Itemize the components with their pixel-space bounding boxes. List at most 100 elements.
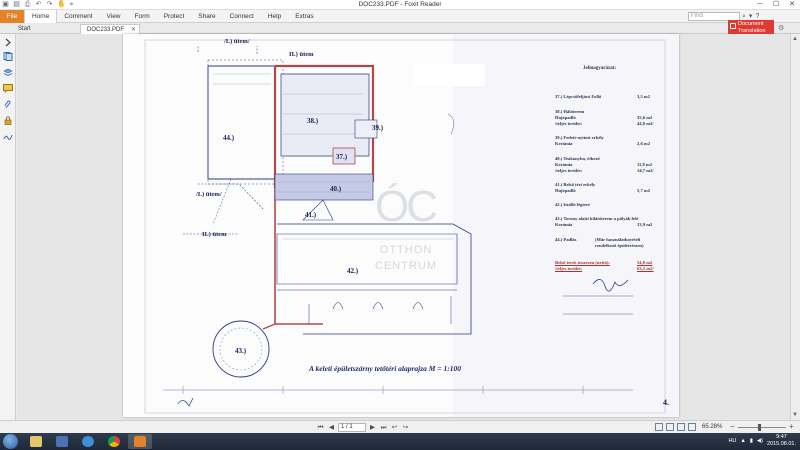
tray-arrow-icon[interactable]: ▲ <box>740 438 745 444</box>
window-controls: ─ ☐ ✕ <box>752 0 800 10</box>
facing-icon[interactable] <box>677 423 685 431</box>
tab-share[interactable]: Share <box>191 10 222 23</box>
page-thumbnails-icon[interactable] <box>3 52 13 61</box>
legend-label: Kerámia <box>555 222 573 227</box>
next-page-icon[interactable]: ▶ <box>368 423 377 432</box>
tab-extras[interactable]: Extras <box>288 10 320 23</box>
ribbon-tabs: Home Comment View Form Protect Share Con… <box>24 10 321 23</box>
chrome-icon <box>108 436 120 447</box>
stage-label: II.) ütem <box>289 51 314 58</box>
legend-label: 41.) Belső téri erkély <box>555 182 596 187</box>
settings-icon[interactable]: ⚙ <box>778 24 784 32</box>
page-display-modes <box>655 423 696 431</box>
legend-value: 13,9 m2 <box>637 222 653 227</box>
document-translation-button[interactable]: Document Translation <box>728 20 774 34</box>
tab-connect[interactable]: Connect <box>223 10 261 23</box>
drawing-caption: A keleti épületszárny tetőtéri alaprajza… <box>309 364 461 373</box>
language-indicator[interactable]: HU <box>728 438 736 444</box>
tab-document-label: DOC233.PDF <box>87 27 125 33</box>
zoom-level[interactable]: 65.28% <box>702 424 722 430</box>
legend-label: Belső terek összesen (nettó): <box>555 260 610 265</box>
status-bar: ⏮ ◀ 1 / 1 ▶ ⏭ ↩ ↪ 65.28% − + <box>0 420 800 433</box>
taskbar-internet-explorer[interactable] <box>76 434 100 449</box>
expand-panel-icon[interactable] <box>3 38 13 47</box>
tab-start[interactable]: Start <box>12 24 78 34</box>
security-lock-icon[interactable] <box>3 116 13 125</box>
start-button[interactable] <box>3 434 18 449</box>
next-view-icon[interactable]: ↪ <box>401 423 410 432</box>
single-page-icon[interactable] <box>655 423 663 431</box>
legend-value: 14,7 m2/ <box>637 168 654 173</box>
legend-label: /teljes terület: <box>555 121 583 126</box>
windows-taskbar: HU ▲ ▮ ◀) 9:47 2015.08.01. <box>0 433 800 450</box>
zoom-out-icon[interactable]: − <box>730 422 735 431</box>
legend-label: 43.) Torony alatti kilátóterem a pályák … <box>555 216 639 221</box>
scroll-up-icon[interactable]: ▲ <box>792 36 798 42</box>
legend-label: Hajópadló <box>555 188 576 193</box>
maximize-button[interactable]: ☐ <box>768 0 784 10</box>
watermark-logo: ÓC <box>375 182 438 231</box>
network-icon[interactable]: ▮ <box>750 438 753 444</box>
layers-icon[interactable] <box>3 68 13 77</box>
comments-icon[interactable] <box>3 84 13 94</box>
minimize-button[interactable]: ─ <box>752 0 768 10</box>
tab-help[interactable]: Help <box>261 10 288 23</box>
room-label: 43.) <box>235 347 247 355</box>
room-label: 41.) <box>305 211 317 219</box>
tab-view[interactable]: View <box>100 10 128 23</box>
zoom-slider[interactable] <box>738 427 786 428</box>
zoom-slider-handle[interactable] <box>758 424 761 431</box>
legend-label: 37.) Lépcsőfeljáró Folló <box>555 94 602 99</box>
legend-label: /teljes terület: <box>555 168 583 173</box>
prev-page-icon[interactable]: ◀ <box>327 423 336 432</box>
legend-value: 5,7 m2 <box>637 188 651 193</box>
tab-home[interactable]: Home <box>24 10 58 23</box>
document-viewer[interactable]: ÓC OTTHON CENTRUM /I.) ütem/ II.) ütem /… <box>17 34 790 420</box>
page-number: 4. <box>663 398 669 407</box>
tab-document[interactable]: DOC233.PDF ✕ <box>80 24 140 34</box>
watermark-line2: CENTRUM <box>375 260 437 272</box>
legend-value: 3,5 m2 <box>637 94 651 99</box>
legend-label: Kerámia <box>555 162 573 167</box>
taskbar-media-player[interactable] <box>50 434 74 449</box>
taskbar-foxit-reader[interactable] <box>128 434 152 449</box>
page-number-input[interactable]: 1 / 1 <box>338 423 366 432</box>
legend-label: 39.) Fedett-nyitott erkély <box>555 135 604 140</box>
internet-explorer-icon <box>82 436 94 447</box>
taskbar-explorer[interactable] <box>24 434 48 449</box>
scroll-down-icon[interactable]: ▼ <box>792 412 798 418</box>
system-tray: HU ▲ ▮ ◀) 9:47 2015.08.01. <box>728 434 796 447</box>
continuous-icon[interactable] <box>666 423 674 431</box>
tab-comment[interactable]: Comment <box>57 10 99 23</box>
clock[interactable]: 9:47 2015.08.01. <box>767 434 796 447</box>
tab-protect[interactable]: Protect <box>157 10 192 23</box>
tab-form[interactable]: Form <box>128 10 157 23</box>
legend-value: 35,6 m2 <box>637 115 653 120</box>
taskbar-chrome[interactable] <box>102 434 126 449</box>
attachments-icon[interactable] <box>3 100 13 109</box>
foxit-icon <box>134 436 146 447</box>
previous-view-icon[interactable]: ↩ <box>390 423 399 432</box>
room-label: 40.) <box>330 185 342 193</box>
legend-label: 44.) Padlás <box>555 237 577 242</box>
page-navigation: ⏮ ◀ 1 / 1 ▶ ⏭ ↩ ↪ <box>316 423 410 432</box>
signature-icon[interactable] <box>3 132 13 141</box>
window-title: DOC233.PDF - Foxit Reader <box>358 1 442 8</box>
legend-value: 11,8 m2 <box>637 162 653 167</box>
volume-icon[interactable]: ◀) <box>757 438 763 444</box>
first-page-icon[interactable]: ⏮ <box>316 423 325 432</box>
zoom-in-icon[interactable]: + <box>789 422 794 431</box>
room-label: 42.) <box>347 267 359 275</box>
legend-label: Hajópadló <box>555 115 576 120</box>
legend-label: 40.) Teakonyha, étkező <box>555 156 600 161</box>
legend-value: (Már használatbavételi <box>595 237 641 242</box>
file-menu-button[interactable]: File <box>0 10 24 23</box>
legend-value: 54,0 m2 <box>637 260 653 265</box>
room-label: 44.) <box>223 134 235 142</box>
close-button[interactable]: ✕ <box>784 0 800 10</box>
room-label: 39.) <box>372 124 384 132</box>
vertical-scrollbar[interactable]: ▲ ▼ <box>790 34 800 420</box>
cover-facing-icon[interactable] <box>688 423 696 431</box>
title-bar: ▣ ▤ ⎙ ↶ ↷ ✋ ⌖ DOC233.PDF - Foxit Reader … <box>0 0 800 10</box>
last-page-icon[interactable]: ⏭ <box>379 423 388 432</box>
